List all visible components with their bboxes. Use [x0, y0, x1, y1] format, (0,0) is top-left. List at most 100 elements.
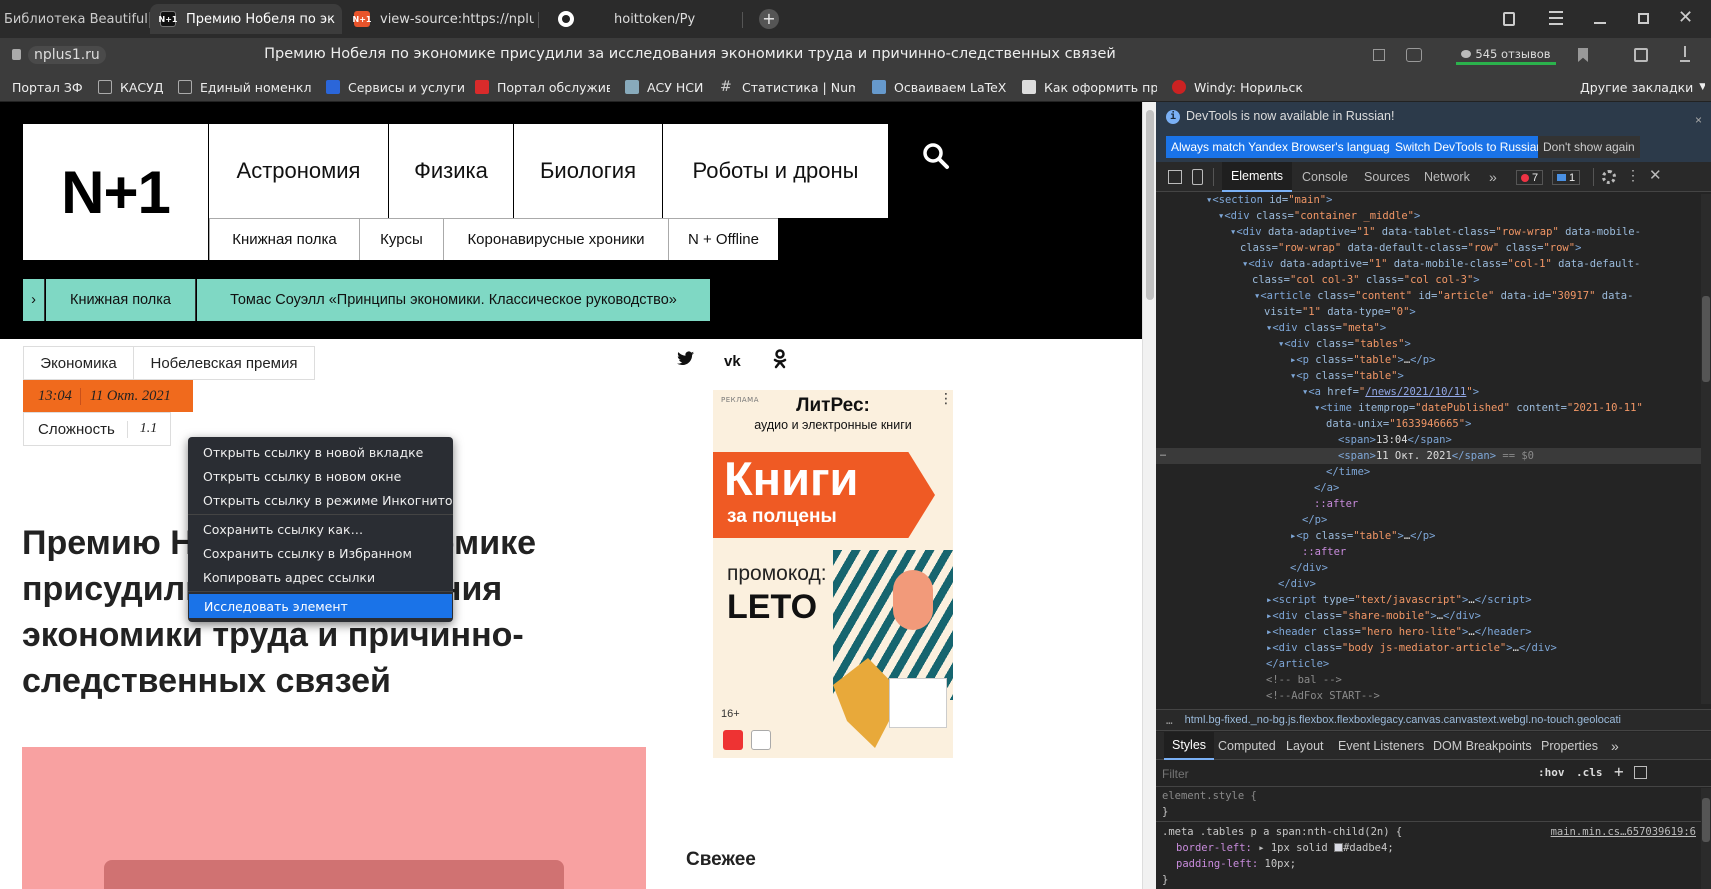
nav-biology[interactable]: Биология: [514, 124, 662, 218]
bookmark-item[interactable]: Windy: Норильск: [1172, 72, 1312, 102]
tab-view-source[interactable]: N+1 view-source:https://nplus1: [344, 4, 534, 34]
bookmark-item[interactable]: Портал ЗФ: [12, 72, 92, 102]
dom-node[interactable]: <!--AdFox START-->: [1266, 688, 1711, 704]
tab-network[interactable]: Network: [1424, 162, 1470, 192]
menu-save-link-as[interactable]: Сохранить ссылку как…: [188, 517, 453, 541]
dom-node[interactable]: </p>: [1302, 512, 1711, 528]
dom-node[interactable]: </a>: [1314, 480, 1711, 496]
dom-node[interactable]: ▾<div data-adaptive="1" data-tablet-clas…: [1230, 224, 1711, 240]
dom-node[interactable]: ▸<p class="table">…</p>: [1290, 352, 1711, 368]
bookmark-item[interactable]: Портал обслужив: [475, 72, 610, 102]
styles-filter-input[interactable]: [1162, 764, 1512, 783]
dom-node[interactable]: </article>: [1266, 656, 1711, 672]
inspect-element-icon[interactable]: [1168, 170, 1182, 184]
advertisement-banner[interactable]: РЕКЛАМА ⋮ ЛитРес: аудио и электронные кн…: [713, 390, 953, 758]
protect-icon[interactable]: [1406, 48, 1422, 62]
dom-node[interactable]: ▾<div class="meta">: [1266, 320, 1711, 336]
breadcrumb-arrow[interactable]: ›: [23, 279, 45, 321]
odnoklassniki-icon[interactable]: [773, 349, 787, 369]
tab-computed[interactable]: Computed: [1218, 732, 1276, 760]
always-match-language-button[interactable]: Always match Yandex Browser's language: [1166, 136, 1402, 158]
collections-icon[interactable]: [1634, 48, 1648, 62]
device-toolbar-icon[interactable]: [1192, 169, 1203, 185]
close-window-icon[interactable]: ✕: [1678, 9, 1693, 27]
reviews-badge[interactable]: 545 отзывов: [1456, 45, 1556, 65]
subnav-offline[interactable]: N + Offline: [668, 218, 778, 260]
dom-node[interactable]: ::after: [1314, 496, 1711, 512]
dom-scrollbar-thumb[interactable]: [1702, 296, 1710, 382]
dom-node[interactable]: visit="1" data-type="0">: [1264, 304, 1711, 320]
dom-node[interactable]: data-unix="1633946665">: [1326, 416, 1711, 432]
dom-node[interactable]: class="row-wrap" data-default-class="row…: [1240, 240, 1711, 256]
breadcrumb-article[interactable]: Томас Соуэлл «Принципы экономики. Класси…: [197, 279, 710, 321]
reader-mode-icon[interactable]: [1373, 49, 1385, 61]
dom-node[interactable]: ▸<p class="table">…</p>: [1290, 528, 1711, 544]
rule-selector[interactable]: .meta .tables p a span:nth-child(2n) {: [1162, 824, 1502, 840]
node-actions-icon[interactable]: …: [1160, 448, 1166, 459]
dom-node[interactable]: ▸<div class="share-mobile">…</div>: [1266, 608, 1711, 624]
tab-nplus1[interactable]: N+1 Премию Нобеля по эк: [150, 4, 342, 34]
subnav-covid[interactable]: Коронавирусные хроники: [443, 218, 668, 260]
new-tab-plus-icon[interactable]: +: [759, 9, 779, 29]
bookmark-item[interactable]: Сервисы и услуги: [326, 72, 466, 102]
tab-console[interactable]: Console: [1302, 162, 1348, 192]
color-swatch[interactable]: [1334, 843, 1344, 852]
dom-node[interactable]: ▸<header class="hero hero-lite">…</heade…: [1266, 624, 1711, 640]
more-options-icon[interactable]: ⋮: [1626, 168, 1640, 184]
tab-elements[interactable]: Elements: [1222, 162, 1292, 192]
dont-show-again-button[interactable]: Don't show again: [1538, 136, 1640, 158]
tab-beautifulsoup[interactable]: Библиотека BeautifulSo: [0, 4, 148, 34]
dom-node[interactable]: ▾<a href="/news/2021/10/11">: [1302, 384, 1711, 400]
styles-scrollbar-thumb[interactable]: [1702, 798, 1710, 842]
menu-inspect-element[interactable]: Исследовать элемент: [189, 594, 452, 618]
subnav-courses[interactable]: Курсы: [359, 218, 443, 260]
tab-dom-breakpoints[interactable]: DOM Breakpoints: [1433, 732, 1532, 760]
url-domain[interactable]: nplus1.ru: [28, 46, 106, 64]
nav-astronomy[interactable]: Астрономия: [209, 124, 388, 218]
download-icon[interactable]: [1680, 46, 1690, 62]
menu-copy-link[interactable]: Копировать адрес ссылки: [188, 565, 453, 589]
dom-node[interactable]: <!-- bal -->: [1266, 672, 1711, 688]
tab-event-listeners[interactable]: Event Listeners: [1338, 732, 1424, 760]
dom-node[interactable]: ▾<div class="container _middle">: [1218, 208, 1711, 224]
dom-node[interactable]: ::after: [1302, 544, 1711, 560]
dom-node[interactable]: ▾<section id="main">: [1206, 192, 1711, 208]
menu-open-new-window[interactable]: Открыть ссылку в новом окне: [188, 464, 453, 488]
nav-physics[interactable]: Физика: [389, 124, 513, 218]
cls-toggle[interactable]: .cls: [1576, 766, 1603, 779]
other-bookmarks[interactable]: Другие закладки ▼: [1580, 72, 1705, 102]
dom-node[interactable]: ▾<article class="content" id="article" d…: [1254, 288, 1711, 304]
tab-sources[interactable]: Sources: [1364, 162, 1410, 192]
menu-icon[interactable]: [1549, 11, 1563, 25]
dom-tree[interactable]: ▾<section id="main"> ▾<div class="contai…: [1156, 192, 1711, 640]
bookmark-icon[interactable]: [1578, 48, 1588, 62]
page-scrollbar-thumb[interactable]: [1146, 110, 1154, 300]
dom-node[interactable]: class="col col-3" class="col col-3">: [1252, 272, 1711, 288]
published-date[interactable]: 13:04 11 Окт. 2021: [23, 380, 193, 412]
styles-scrollbar[interactable]: [1701, 788, 1711, 889]
nav-robots[interactable]: Роботы и дроны: [663, 124, 888, 218]
tab-properties[interactable]: Properties: [1541, 732, 1598, 760]
tag-nobel[interactable]: Нобелевская премия: [133, 346, 315, 380]
bookmark-item[interactable]: Осваиваем LaTeX: [872, 72, 1007, 102]
subnav-bookshelf[interactable]: Книжная полка: [209, 218, 359, 260]
dom-breadcrumb[interactable]: … html.bg-fixed._no-bg.js.flexbox.flexbo…: [1156, 709, 1711, 731]
rule-source-link[interactable]: main.min.cs…657039619:6: [1506, 824, 1696, 840]
tab-layout[interactable]: Layout: [1286, 732, 1324, 760]
maximize-icon[interactable]: [1638, 13, 1649, 24]
dom-node[interactable]: ▸<script type="text/javascript">…</scrip…: [1266, 592, 1711, 608]
tag-economics[interactable]: Экономика: [23, 346, 134, 380]
more-tabs-icon[interactable]: »: [1611, 732, 1619, 760]
hov-toggle[interactable]: :hov: [1538, 766, 1565, 779]
menu-open-new-tab[interactable]: Открыть ссылку в новой вкладке: [188, 440, 453, 464]
bookmark-item[interactable]: АСУ НСИ: [625, 72, 715, 102]
search-icon[interactable]: [922, 142, 950, 170]
dom-node[interactable]: </time>: [1326, 464, 1711, 480]
page-title-in-omnibox[interactable]: Премию Нобеля по экономике присудили за …: [140, 46, 1240, 62]
dom-node[interactable]: ▸<div class="body js-mediator-article">……: [1266, 640, 1711, 656]
computed-sidebar-icon[interactable]: [1634, 766, 1647, 779]
dom-node[interactable]: ▾<div data-adaptive="1" data-mobile-clas…: [1242, 256, 1711, 272]
messages-badge[interactable]: 1: [1552, 170, 1581, 185]
dom-tree-continued[interactable]: ▸<div class="body js-mediator-article">……: [1156, 640, 1711, 688]
bookmark-item[interactable]: Единый номенкл: [178, 72, 313, 102]
